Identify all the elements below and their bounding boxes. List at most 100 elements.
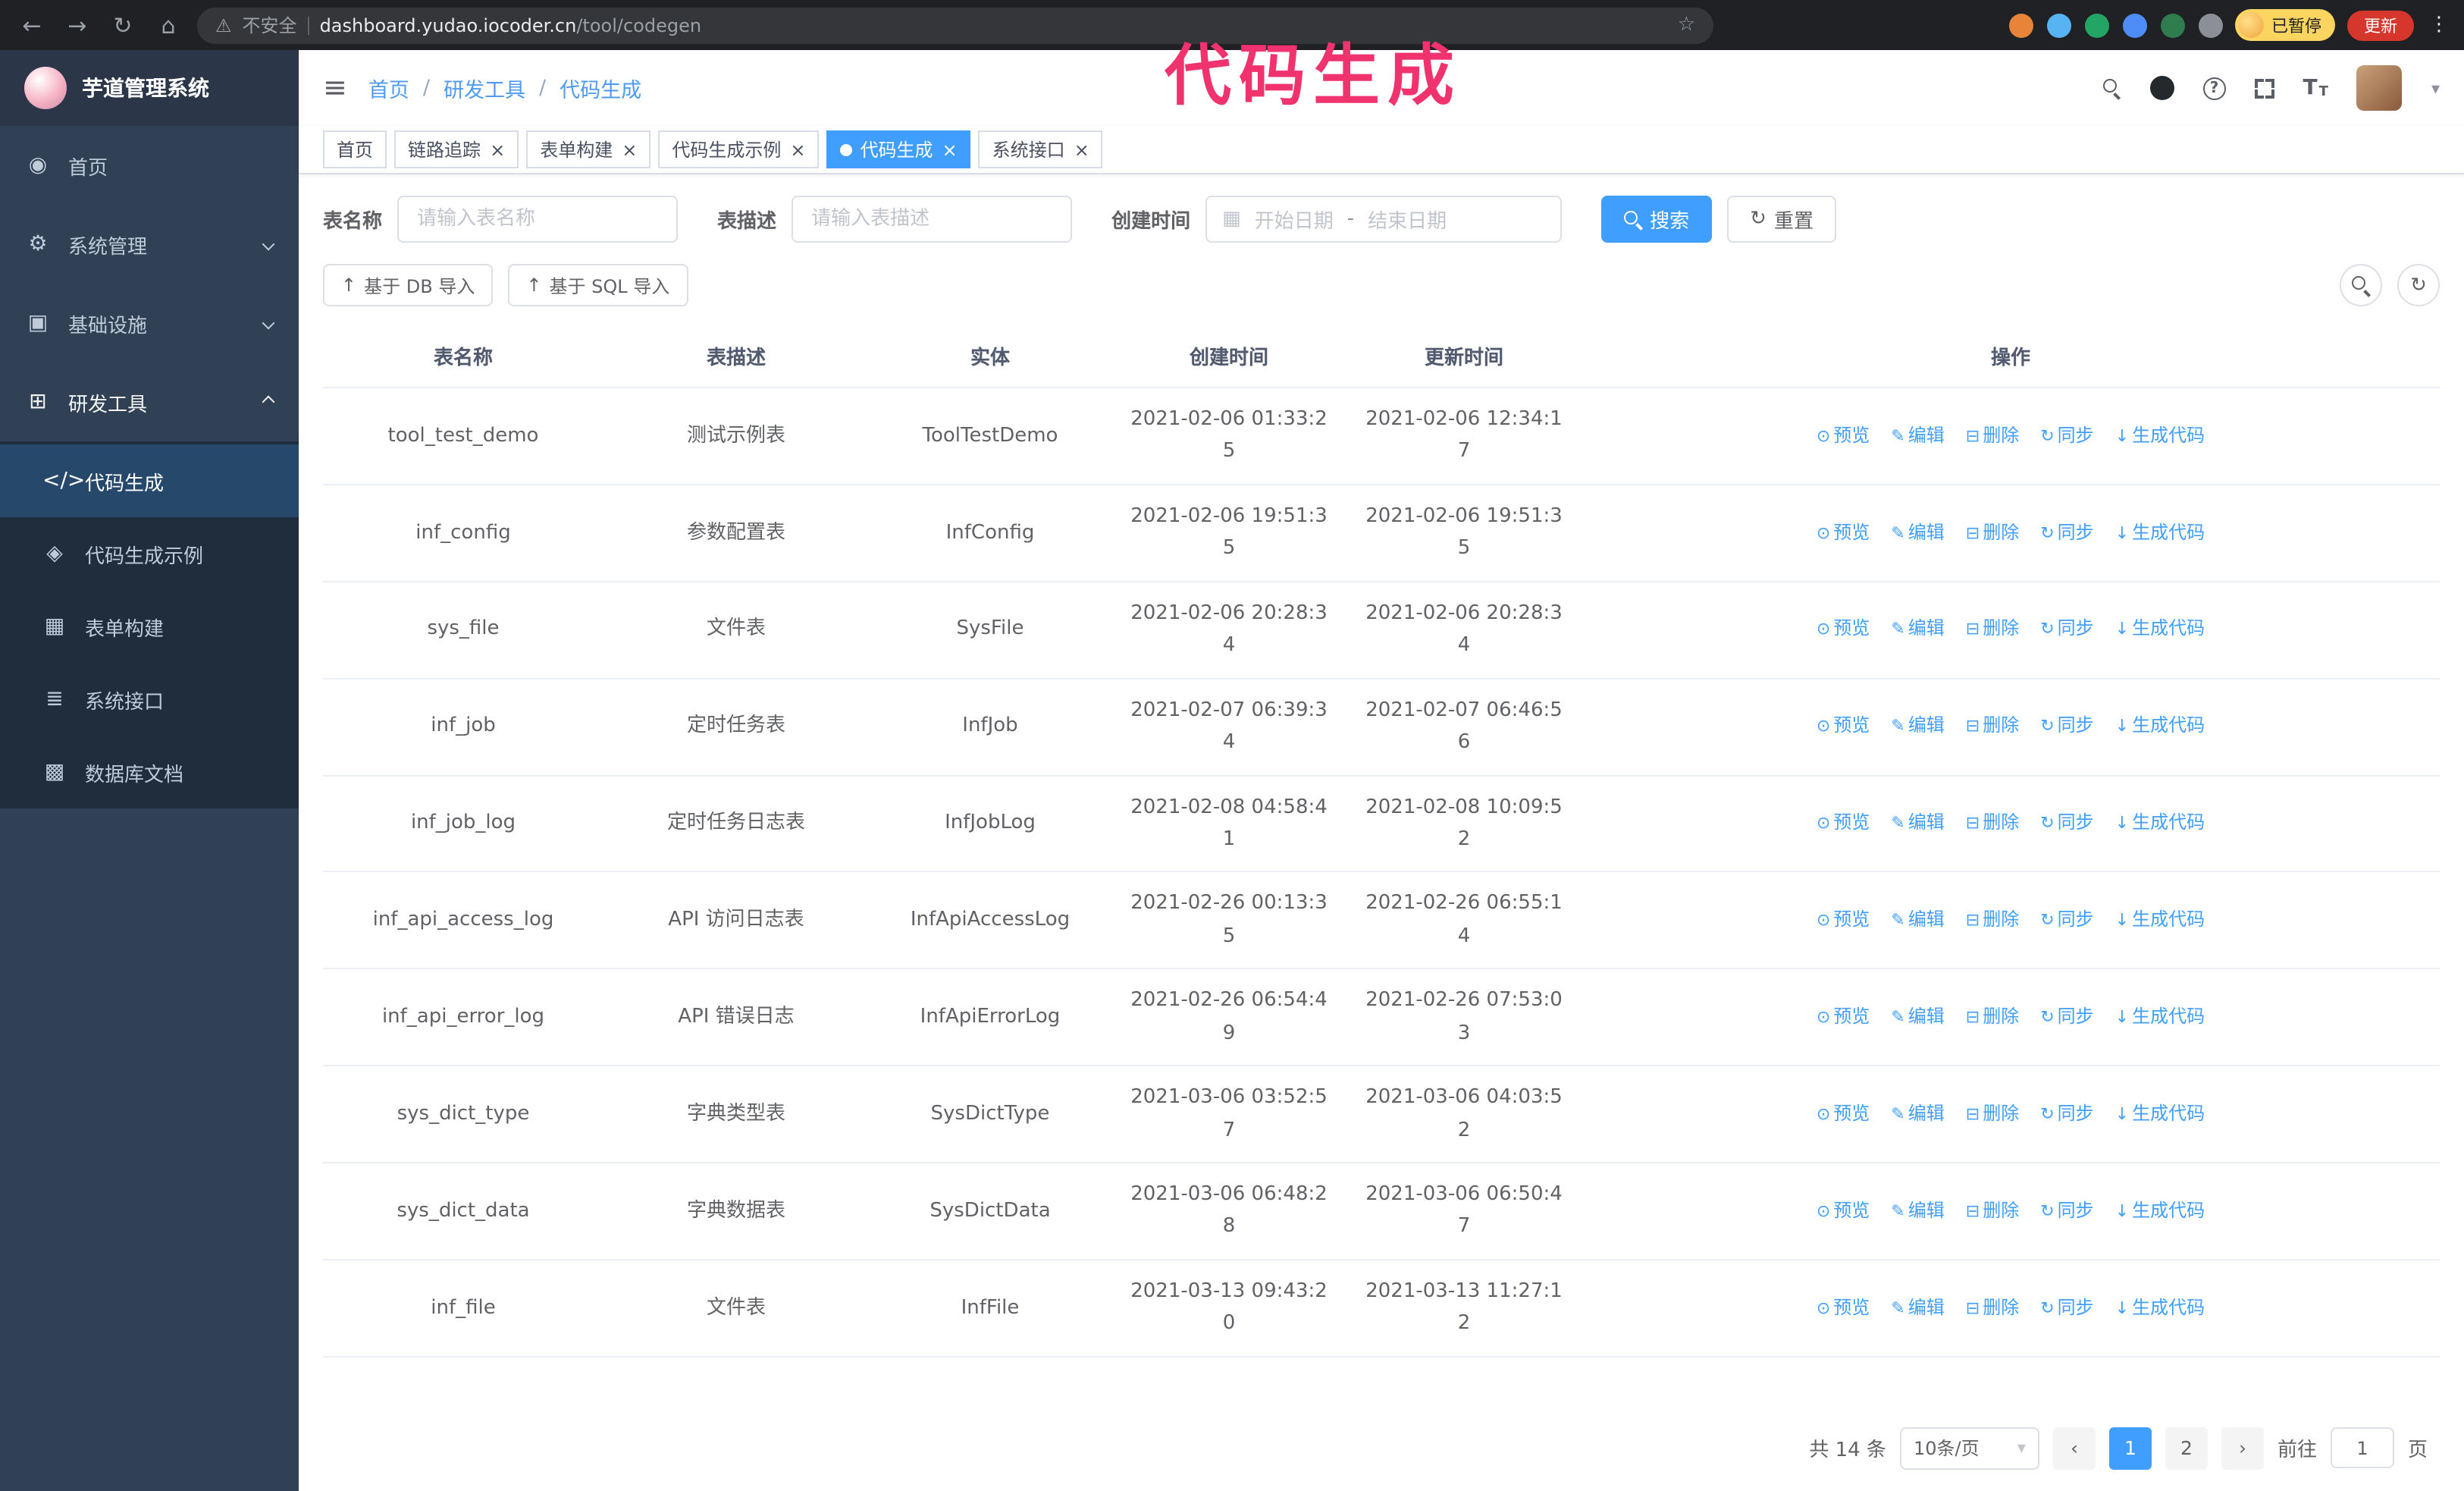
hamburger-icon[interactable]: ≡ [323,71,347,105]
action-sync-link[interactable]: ↻同步 [2040,1199,2093,1220]
action-preview-link[interactable]: ⊙预览 [1817,1199,1870,1220]
prev-page-button[interactable]: ‹ [2053,1427,2096,1470]
action-sync-link[interactable]: ↻同步 [2040,618,2093,639]
action-edit-link[interactable]: ✎编辑 [1891,1103,1944,1124]
action-preview-link[interactable]: ⊙预览 [1817,909,1870,930]
import-db-button[interactable]: ↑ 基于 DB 导入 [323,264,493,306]
forward-icon[interactable]: → [61,11,94,39]
action-generate-link[interactable]: ↓生成代码 [2115,1006,2205,1027]
breadcrumb-item[interactable]: 研发工具 [444,73,525,103]
update-button[interactable]: 更新 [2347,10,2414,40]
action-preview-link[interactable]: ⊙预览 [1817,424,1870,445]
action-generate-link[interactable]: ↓生成代码 [2115,909,2205,930]
action-preview-link[interactable]: ⊙预览 [1817,811,1870,833]
refresh-button[interactable]: ↻ [2397,264,2440,306]
action-sync-link[interactable]: ↻同步 [2040,424,2093,445]
action-delete-link[interactable]: ⊟删除 [1966,1006,2019,1027]
action-delete-link[interactable]: ⊟删除 [1966,715,2019,736]
action-generate-link[interactable]: ↓生成代码 [2115,1199,2205,1220]
address-bar[interactable]: ⚠ 不安全 dashboard.yudao.iocoder.cn/tool/co… [197,7,1713,43]
close-icon[interactable]: × [942,139,958,160]
fullscreen-icon[interactable] [2255,78,2274,98]
search-icon[interactable] [2103,79,2121,97]
action-delete-link[interactable]: ⊟删除 [1966,1296,2019,1317]
action-delete-link[interactable]: ⊟删除 [1966,424,2019,445]
tab-api[interactable]: 系统接口× [979,130,1103,168]
page-size-select[interactable]: 10条/页 ▾ [1900,1427,2039,1470]
close-icon[interactable]: × [1074,139,1089,160]
action-delete-link[interactable]: ⊟删除 [1966,1199,2019,1220]
action-edit-link[interactable]: ✎编辑 [1891,521,1944,542]
action-delete-link[interactable]: ⊟删除 [1966,1103,2019,1124]
action-sync-link[interactable]: ↻同步 [2040,1103,2093,1124]
close-icon[interactable]: × [790,139,805,160]
browser-menu-icon[interactable]: ⋮ [2429,14,2449,36]
action-sync-link[interactable]: ↻同步 [2040,521,2093,542]
extension-orange-icon[interactable] [2009,13,2033,37]
close-icon[interactable]: × [622,139,637,160]
action-delete-link[interactable]: ⊟删除 [1966,811,2019,833]
action-edit-link[interactable]: ✎编辑 [1891,1006,1944,1027]
sidebar-item-infra[interactable]: ▣基础设施 [0,284,299,363]
import-sql-button[interactable]: ↑ 基于 SQL 导入 [508,264,688,306]
search-toggle-button[interactable] [2340,264,2382,306]
close-icon[interactable]: × [490,139,505,160]
sidebar-item-home[interactable]: ◉首页 [0,126,299,205]
reset-button[interactable]: ↻ 重置 [1727,196,1836,243]
action-preview-link[interactable]: ⊙预览 [1817,715,1870,736]
action-delete-link[interactable]: ⊟删除 [1966,521,2019,542]
breadcrumb-item[interactable]: 代码生成 [560,73,641,103]
sidebar-subitem-codegen-example[interactable]: ◈代码生成示例 [0,517,299,590]
sidebar-subitem-codegen[interactable]: </>代码生成 [0,444,299,517]
sidebar-item-system[interactable]: ⚙系统管理 [0,205,299,284]
tab-form-builder[interactable]: 表单构建× [526,130,650,168]
tab-home[interactable]: 首页 [323,130,387,168]
action-generate-link[interactable]: ↓生成代码 [2115,424,2205,445]
action-preview-link[interactable]: ⊙预览 [1817,618,1870,639]
action-sync-link[interactable]: ↻同步 [2040,909,2093,930]
action-sync-link[interactable]: ↻同步 [2040,811,2093,833]
profile-paused-badge[interactable]: 已暂停 [2235,9,2335,41]
table-name-input[interactable] [397,196,678,243]
action-preview-link[interactable]: ⊙预览 [1817,521,1870,542]
action-preview-link[interactable]: ⊙预览 [1817,1006,1870,1027]
home-icon[interactable]: ⌂ [152,11,185,39]
goto-page-input[interactable] [2331,1428,2394,1469]
action-edit-link[interactable]: ✎编辑 [1891,715,1944,736]
action-sync-link[interactable]: ↻同步 [2040,1296,2093,1317]
app-logo[interactable]: 芋道管理系统 [0,50,299,126]
action-generate-link[interactable]: ↓生成代码 [2115,1296,2205,1317]
action-sync-link[interactable]: ↻同步 [2040,715,2093,736]
action-preview-link[interactable]: ⊙预览 [1817,1296,1870,1317]
tab-codegen-example[interactable]: 代码生成示例× [658,130,819,168]
extension-green-icon[interactable] [2085,13,2109,37]
breadcrumb-item[interactable]: 首页 [368,73,409,103]
table-desc-input[interactable] [792,196,1072,243]
action-sync-link[interactable]: ↻同步 [2040,1006,2093,1027]
action-edit-link[interactable]: ✎编辑 [1891,1199,1944,1220]
action-edit-link[interactable]: ✎编辑 [1891,424,1944,445]
next-page-button[interactable]: › [2221,1427,2264,1470]
action-delete-link[interactable]: ⊟删除 [1966,909,2019,930]
action-generate-link[interactable]: ↓生成代码 [2115,521,2205,542]
action-generate-link[interactable]: ↓生成代码 [2115,1103,2205,1124]
search-button[interactable]: 搜索 [1601,196,1712,243]
avatar-caret-icon[interactable]: ▾ [2431,78,2440,98]
action-edit-link[interactable]: ✎编辑 [1891,1296,1944,1317]
action-generate-link[interactable]: ↓生成代码 [2115,618,2205,639]
sidebar-subitem-form-builder[interactable]: ▦表单构建 [0,590,299,663]
tab-codegen[interactable]: 代码生成× [827,130,971,168]
back-icon[interactable]: ← [15,11,49,39]
extension-lightblue-icon[interactable] [2047,13,2071,37]
action-generate-link[interactable]: ↓生成代码 [2115,811,2205,833]
github-icon[interactable] [2150,76,2174,100]
create-time-range-picker[interactable]: ▦ 开始日期 - 结束日期 [1205,196,1562,243]
tab-tracer[interactable]: 链路追踪× [394,130,519,168]
extension-blue-icon[interactable] [2123,13,2147,37]
action-generate-link[interactable]: ↓生成代码 [2115,715,2205,736]
sidebar-item-devtools[interactable]: ⊞研发工具 [0,363,299,441]
action-edit-link[interactable]: ✎编辑 [1891,909,1944,930]
font-size-icon[interactable]: TT [2303,76,2328,100]
action-preview-link[interactable]: ⊙预览 [1817,1103,1870,1124]
action-edit-link[interactable]: ✎编辑 [1891,811,1944,833]
